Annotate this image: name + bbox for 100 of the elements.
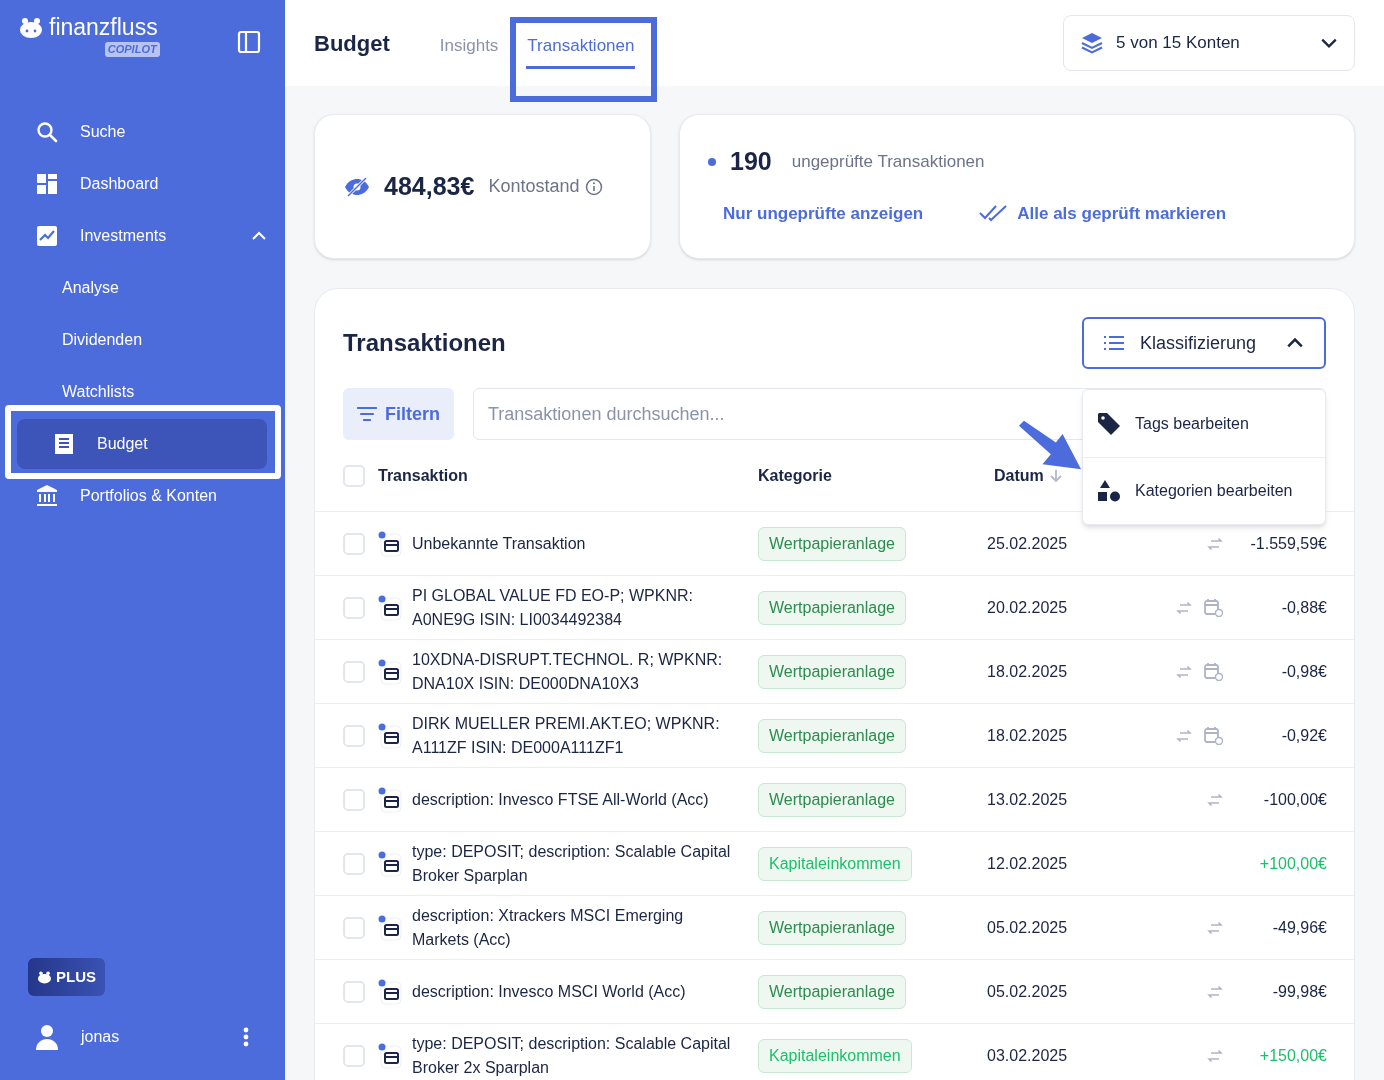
card-unreviewed-icon: [378, 786, 402, 813]
hippo-icon: [37, 970, 52, 984]
app-name: finanzfluss: [49, 16, 158, 39]
recurring-calendar-icon[interactable]: [1204, 598, 1223, 617]
transfer-arrows-icon[interactable]: [1207, 984, 1223, 999]
category-tag[interactable]: Wertpapieranlage: [758, 782, 906, 817]
transfer-arrows-icon[interactable]: [1176, 600, 1192, 615]
category-tag[interactable]: Wertpapieranlage: [758, 910, 906, 945]
action-link[interactable]: Alle als geprüft markieren: [979, 200, 1227, 226]
date-text: 18.02.2025: [986, 661, 1069, 682]
hippo-logo-icon: [19, 16, 43, 39]
amount-text: -0,88€: [1280, 597, 1327, 618]
transaction-description: description: Invesco MSCI World (Acc): [411, 981, 687, 1002]
account-selector[interactable]: 5 von 15 Konten: [1063, 15, 1355, 71]
row-checkbox[interactable]: [343, 788, 365, 811]
select-all-checkbox[interactable]: [343, 465, 365, 487]
amount-text: -0,98€: [1280, 661, 1327, 682]
more-options-icon[interactable]: [243, 1027, 249, 1047]
card-unreviewed-icon: [378, 914, 402, 941]
user-icon: [35, 1024, 59, 1050]
amount-text: -49,96€: [1271, 917, 1327, 938]
date-text: 13.02.2025: [986, 789, 1069, 810]
card-unreviewed-icon: [378, 530, 402, 557]
bank-icon: [35, 484, 59, 508]
amount-text: -99,98€: [1271, 981, 1327, 1002]
transaction-description: type: DEPOSIT; description: Scalable Capital Broker Sparplan: [411, 841, 732, 886]
nav-subitem[interactable]: Watchlists: [0, 366, 285, 418]
filter-icon: [357, 407, 377, 421]
nav-item[interactable]: Investments: [0, 210, 285, 262]
transfer-arrows-icon[interactable]: [1207, 920, 1223, 935]
date-text: 20.02.2025: [986, 597, 1069, 618]
user-name: jonas: [81, 1027, 121, 1047]
transfer-arrows-icon[interactable]: [1176, 664, 1192, 679]
info-icon[interactable]: [585, 177, 604, 196]
nav-item[interactable]: Dashboard: [0, 158, 285, 210]
nav-item[interactable]: Suche: [0, 106, 285, 158]
nav-subitem[interactable]: Analyse: [0, 262, 285, 314]
tab[interactable]: Insights: [439, 19, 499, 69]
column-header: Kategorie: [757, 466, 833, 486]
date-text: 18.02.2025: [986, 725, 1069, 746]
date-text: 25.02.2025: [986, 533, 1069, 554]
card-unreviewed-icon: [378, 1042, 402, 1069]
transfer-arrows-icon[interactable]: [1207, 1048, 1223, 1063]
receipt-icon: [52, 432, 76, 456]
category-tag[interactable]: Wertpapieranlage: [758, 654, 906, 689]
amount-text: -100,00€: [1262, 789, 1327, 810]
date-text: 12.02.2025: [986, 853, 1069, 874]
row-checkbox[interactable]: [343, 1044, 365, 1067]
category-tag[interactable]: Wertpapieranlage: [758, 718, 906, 753]
nav-subitem[interactable]: Dividenden: [0, 314, 285, 366]
card-unreviewed-icon: [378, 722, 402, 749]
recurring-calendar-icon[interactable]: [1204, 726, 1223, 745]
transaction-description: DIRK MUELLER PREMI.AKT.EO; WPKNR: A111ZF ISIN: DE000A111ZF1: [411, 713, 721, 758]
classification-button[interactable]: Klassifizierung: [1082, 317, 1326, 369]
tag-icon: [1097, 411, 1121, 436]
transaction-description: Unbekannte Transaktion: [411, 533, 587, 554]
row-checkbox[interactable]: [343, 532, 365, 555]
double-check-icon: [979, 204, 1008, 223]
sidebar-toggle-icon[interactable]: [237, 30, 261, 54]
recurring-calendar-icon[interactable]: [1204, 662, 1223, 681]
filter-button[interactable]: Filtern: [343, 388, 454, 440]
transaction-description: description: Xtrackers MSCI Emerging Markets (Acc): [411, 905, 685, 950]
amount-text: -1.559,59€: [1249, 533, 1327, 554]
category-tag[interactable]: Wertpapieranlage: [758, 974, 906, 1009]
transfer-arrows-icon[interactable]: [1176, 728, 1192, 743]
balance-amount: 484,83€: [384, 170, 475, 202]
row-checkbox[interactable]: [343, 596, 365, 619]
card-unreviewed-icon: [378, 850, 402, 877]
sort-down-icon[interactable]: [1049, 469, 1062, 483]
amount-text: -0,92€: [1280, 725, 1327, 746]
row-checkbox[interactable]: [343, 980, 365, 1003]
transfer-arrows-icon[interactable]: [1207, 536, 1223, 551]
menu-item[interactable]: Kategorien bearbeiten: [1083, 457, 1325, 524]
list-icon: [1104, 336, 1124, 350]
card-unreviewed-icon: [378, 658, 402, 685]
layers-icon: [1080, 31, 1104, 55]
card-unreviewed-icon: [378, 594, 402, 621]
category-tag[interactable]: Wertpapieranlage: [758, 526, 906, 561]
unreviewed-label: ungeprüfte Transaktionen: [791, 151, 985, 173]
column-header: Datum: [994, 466, 1044, 486]
action-link[interactable]: Nur ungeprüfte anzeigen: [723, 200, 924, 226]
plus-badge[interactable]: PLUS: [28, 958, 105, 996]
tab[interactable]: Transaktionen: [526, 19, 636, 69]
nav-item[interactable]: Budget: [17, 419, 267, 469]
transaction-description: PI GLOBAL VALUE FD EO-P; WPKNR: A0NE9G ISIN: LI0034492384: [411, 585, 694, 630]
category-tag[interactable]: Wertpapieranlage: [758, 590, 906, 625]
row-checkbox[interactable]: [343, 916, 365, 939]
row-checkbox[interactable]: [343, 724, 365, 747]
transfer-arrows-icon[interactable]: [1207, 792, 1223, 807]
row-checkbox[interactable]: [343, 852, 365, 875]
balance-label: Kontostand: [488, 175, 580, 198]
transaction-description: description: Invesco FTSE All-World (Acc): [411, 789, 710, 810]
transaction-description: type: DEPOSIT; description: Scalable Capital Broker 2x Sparplan: [411, 1033, 732, 1078]
card-unreviewed-icon: [378, 978, 402, 1005]
transaction-description: 10XDNA-DISRUPT.TECHNOL. R; WPKNR: DNA10X ISIN: DE000DNA10X3: [411, 649, 724, 694]
date-text: 03.02.2025: [986, 1045, 1069, 1066]
nav-item[interactable]: Portfolios & Konten: [0, 470, 285, 522]
row-checkbox[interactable]: [343, 660, 365, 683]
eye-off-icon[interactable]: [344, 176, 370, 197]
chart-icon: [35, 224, 59, 248]
